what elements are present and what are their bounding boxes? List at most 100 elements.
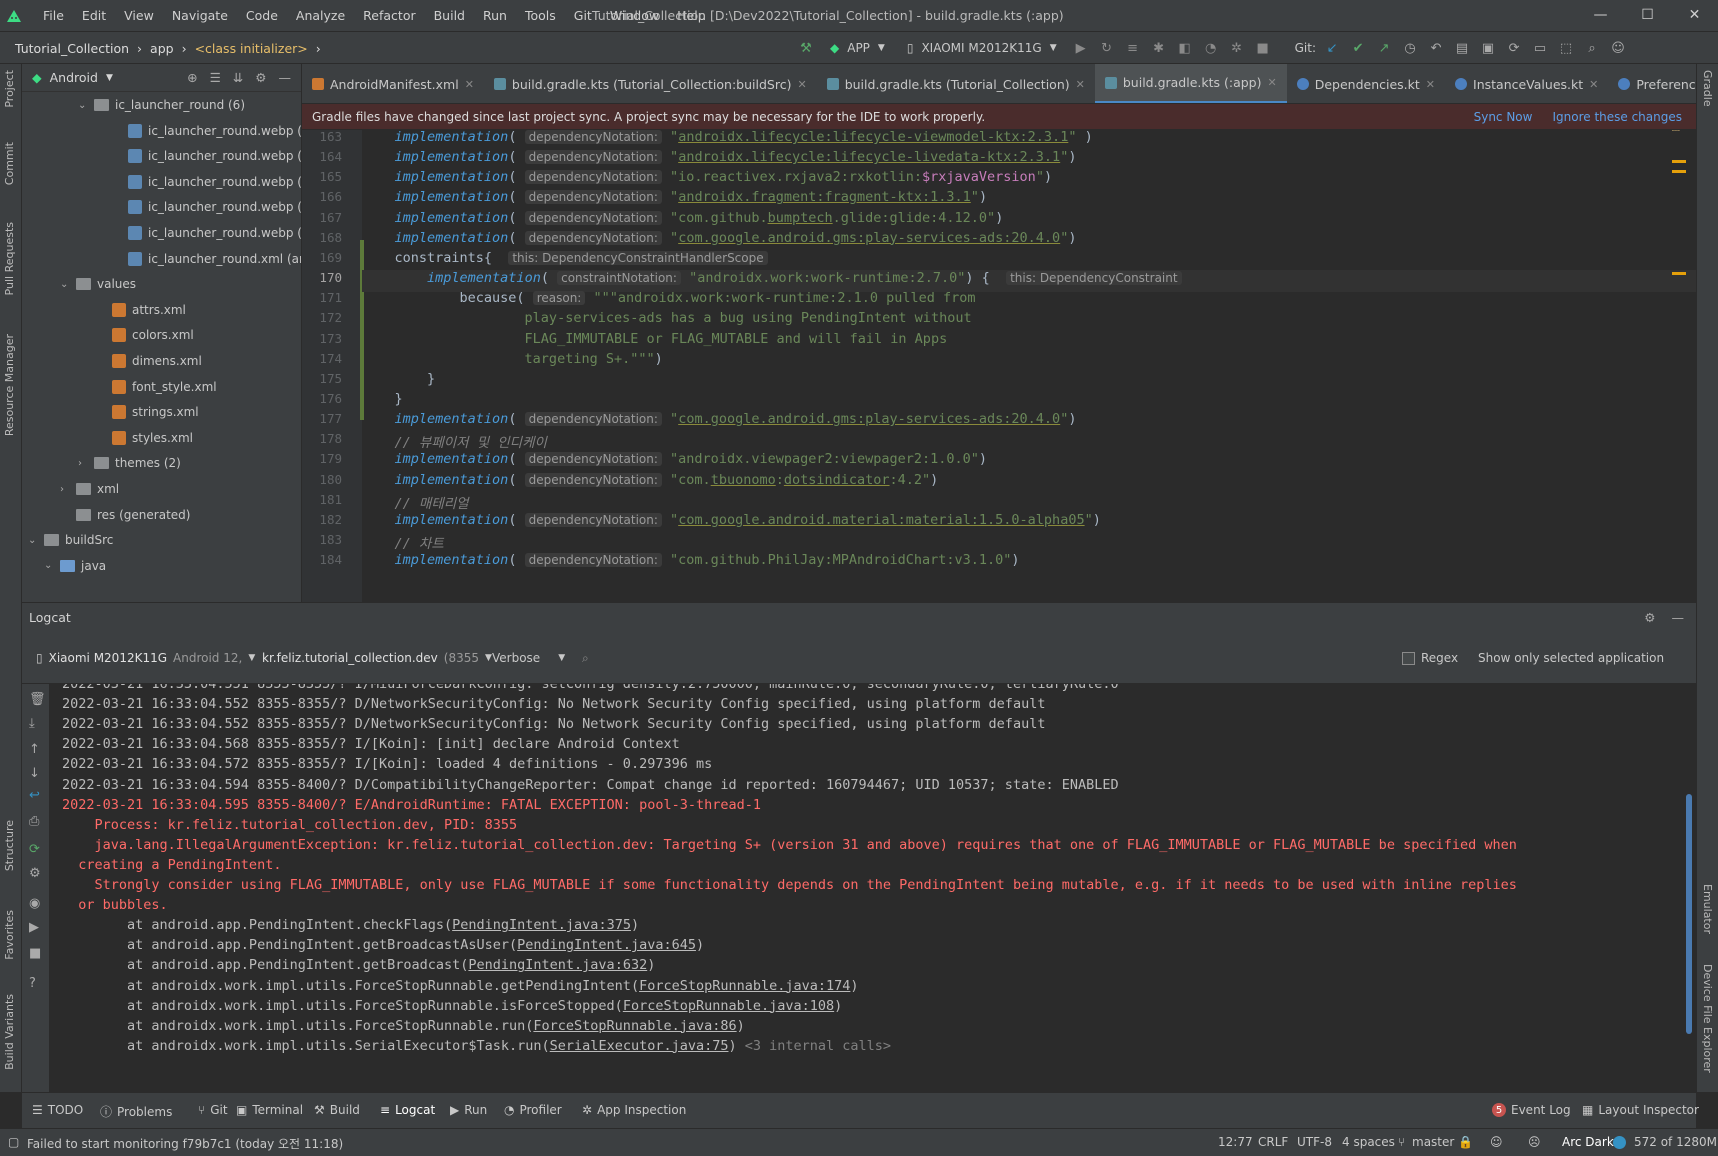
chevron-down-icon[interactable]: ⌄ — [28, 535, 38, 546]
logcat-device-selector[interactable]: ▯ Xiaomi M2012K11G Android 12, ▼ — [36, 651, 255, 665]
code-line[interactable]: } — [362, 371, 1696, 393]
smiley-icon[interactable]: ☺ — [1490, 1135, 1503, 1149]
log-line[interactable]: at androidx.work.impl.utils.ForceStopRun… — [62, 1018, 1676, 1040]
chevron-down-icon[interactable]: ⌄ — [78, 100, 88, 111]
code-line[interactable]: // 매테리얼 — [362, 492, 1696, 514]
code-line[interactable]: constraints{ this: DependencyConstraintH… — [362, 250, 1696, 272]
chevron-down-icon[interactable]: ⌄ — [44, 560, 54, 571]
editor-tab[interactable]: AndroidManifest.xml ✕ — [302, 64, 484, 103]
stop-icon[interactable]: ■ — [29, 946, 41, 961]
log-line[interactable]: at android.app.PendingIntent.getBroadcas… — [62, 937, 1676, 959]
menu-edit[interactable]: Edit — [73, 8, 115, 23]
close-icon[interactable]: ✕ — [1076, 78, 1085, 91]
tree-item[interactable]: attrs.xml — [96, 297, 186, 323]
editor-tab[interactable]: build.gradle.kts (Tutorial_Collection) ✕ — [817, 64, 1095, 103]
breadcrumb-project[interactable]: Tutorial_Collection — [15, 41, 129, 56]
chevron-right-icon[interactable]: › — [60, 484, 70, 495]
log-line[interactable]: 2022-03-21 16:33:04.568 8355-8355/? I/[K… — [62, 736, 1676, 758]
code-line[interactable]: play-services-ads has a bug using Pendin… — [362, 310, 1696, 332]
regex-checkbox[interactable]: Regex — [1402, 651, 1458, 665]
profile-icon[interactable]: ◔ — [1201, 38, 1221, 58]
menu-code[interactable]: Code — [237, 8, 287, 23]
line-separator[interactable]: CRLF — [1258, 1135, 1288, 1149]
warning-icon[interactable]: ⚠ — [1672, 130, 1680, 135]
git-rollback-icon[interactable]: ↶ — [1426, 38, 1446, 58]
log-line[interactable]: at android.app.PendingIntent.checkFlags(… — [62, 917, 1676, 939]
project-view-selector[interactable]: Android — [50, 70, 98, 85]
logcat-output[interactable]: 2022-03-21 16:33:04.551 8355-8355/? I/Mi… — [50, 684, 1696, 1092]
tree-item[interactable]: ⌄ values — [60, 271, 136, 297]
log-line[interactable]: 2022-03-21 16:33:04.594 8355-8400/? D/Co… — [62, 777, 1676, 799]
code-line[interactable]: implementation( dependencyNotation: "com… — [362, 230, 1696, 252]
git-commit-icon[interactable]: ✔ — [1348, 38, 1368, 58]
log-line[interactable]: at androidx.work.impl.utils.SerialExecut… — [62, 1038, 1676, 1060]
tree-item[interactable]: ic_launcher_round.webp (xxhdpi) — [112, 194, 301, 220]
file-encoding[interactable]: UTF-8 — [1297, 1135, 1332, 1149]
code-line[interactable]: implementation( dependencyNotation: "com… — [362, 411, 1696, 433]
hammer-build-icon[interactable]: ⚒ — [796, 38, 816, 58]
logcat-search[interactable]: ⌕ — [582, 651, 589, 666]
code-line[interactable]: implementation( constraintNotation: "and… — [362, 270, 1696, 293]
close-icon[interactable]: ✕ — [1426, 78, 1435, 91]
tree-item[interactable]: font_style.xml — [96, 374, 217, 400]
code-line[interactable]: implementation( dependencyNotation: "io.… — [362, 169, 1696, 191]
sdk-manager-icon[interactable]: ▣ — [1478, 38, 1498, 58]
editor-tab[interactable]: PreferenceManager.kt✕ — [1608, 64, 1696, 103]
stripe-emulator[interactable]: Emulator — [1701, 884, 1714, 934]
collapse-all-icon[interactable]: ⇊ — [233, 70, 243, 85]
tree-item[interactable]: ic_launcher_round.xml (anydpi-v26) — [112, 246, 301, 272]
code-line[interactable]: implementation( dependencyNotation: "com… — [362, 512, 1696, 534]
account-icon[interactable]: ☺ — [1608, 38, 1628, 58]
logcat-level-selector[interactable]: Verbose ▼ — [492, 651, 565, 665]
ignore-changes-link[interactable]: Ignore these changes — [1552, 110, 1682, 124]
code-line[interactable]: implementation( dependencyNotation: "and… — [362, 189, 1696, 211]
tree-item[interactable]: colors.xml — [96, 322, 194, 348]
editor-tab[interactable]: Dependencies.kt ✕ — [1287, 64, 1445, 103]
menu-view[interactable]: View — [115, 8, 163, 23]
stop-icon[interactable]: ■ — [1253, 38, 1273, 58]
arrow-down-icon[interactable]: ↓ — [29, 766, 40, 781]
editor-tab[interactable]: build.gradle.kts (Tutorial_Collection:bu… — [484, 64, 817, 103]
stripe-project[interactable]: Project — [3, 70, 16, 108]
inspector-face-icon[interactable]: ☹ — [1528, 1135, 1541, 1149]
tool-problems[interactable]: ⓘ Problems — [100, 1103, 172, 1120]
tree-item[interactable]: ⌄ java — [44, 553, 106, 579]
menu-tools[interactable]: Tools — [516, 8, 565, 23]
git-history-icon[interactable]: ◷ — [1400, 38, 1420, 58]
tool-terminal[interactable]: ▣ Terminal — [236, 1103, 303, 1117]
run-config-selector[interactable]: ◆ APP ▼ — [822, 37, 893, 59]
code-line[interactable]: implementation( dependencyNotation: "and… — [362, 451, 1696, 473]
menu-build[interactable]: Build — [425, 8, 474, 23]
code-line[interactable]: // 차트 — [362, 532, 1696, 554]
screen-record-icon[interactable]: ▶ — [29, 920, 39, 935]
minimize-button[interactable]: — — [1577, 0, 1624, 30]
log-line[interactable]: at android.app.PendingIntent.getBroadcas… — [62, 957, 1676, 979]
code-line[interactable]: implementation( dependencyNotation: "com… — [362, 472, 1696, 494]
menu-refactor[interactable]: Refactor — [354, 8, 424, 23]
tree-item[interactable]: ⌄ buildSrc — [28, 527, 113, 553]
logcat-scrollbar[interactable] — [1686, 794, 1692, 1034]
gear-icon[interactable]: ⚙ — [255, 70, 266, 85]
editor-tab[interactable]: build.gradle.kts (:app) ✕ — [1094, 64, 1287, 103]
menu-analyze[interactable]: Analyze — [287, 8, 354, 23]
stripe-structure[interactable]: Structure — [3, 820, 16, 871]
log-line-error[interactable]: Process: kr.feliz.tutorial_collection.de… — [62, 817, 1676, 839]
breadcrumb-module[interactable]: app — [150, 41, 174, 56]
log-line-error[interactable]: 2022-03-21 16:33:04.595 8355-8400/? E/An… — [62, 797, 1676, 819]
menu-run[interactable]: Run — [474, 8, 516, 23]
device-manager-icon[interactable]: ▭ — [1530, 38, 1550, 58]
stripe-pull-requests[interactable]: Pull Requests — [3, 222, 16, 295]
code-editor[interactable]: 163 164 165 166 167 168 169 170 171 172 173 174 175 1… — [302, 130, 1696, 602]
sync-now-link[interactable]: Sync Now — [1474, 110, 1533, 124]
log-line[interactable]: 2022-03-21 16:33:04.552 8355-8355/? D/Ne… — [62, 696, 1676, 718]
tree-item[interactable]: styles.xml — [96, 425, 193, 451]
maximize-button[interactable]: ☐ — [1624, 0, 1671, 30]
code-line[interactable]: implementation( dependencyNotation: "and… — [362, 149, 1696, 171]
help-icon[interactable]: ? — [29, 976, 36, 991]
tool-todo[interactable]: ☰ TODO — [32, 1103, 83, 1117]
tool-build[interactable]: ⚒ Build — [314, 1103, 360, 1117]
arrow-up-icon[interactable]: ↑ — [29, 742, 40, 757]
tool-layout-inspector[interactable]: ▦ Layout Inspector — [1582, 1103, 1699, 1117]
tool-event-log[interactable]: 5 Event Log — [1492, 1103, 1571, 1117]
gear-icon[interactable]: ⚙ — [1644, 610, 1655, 625]
